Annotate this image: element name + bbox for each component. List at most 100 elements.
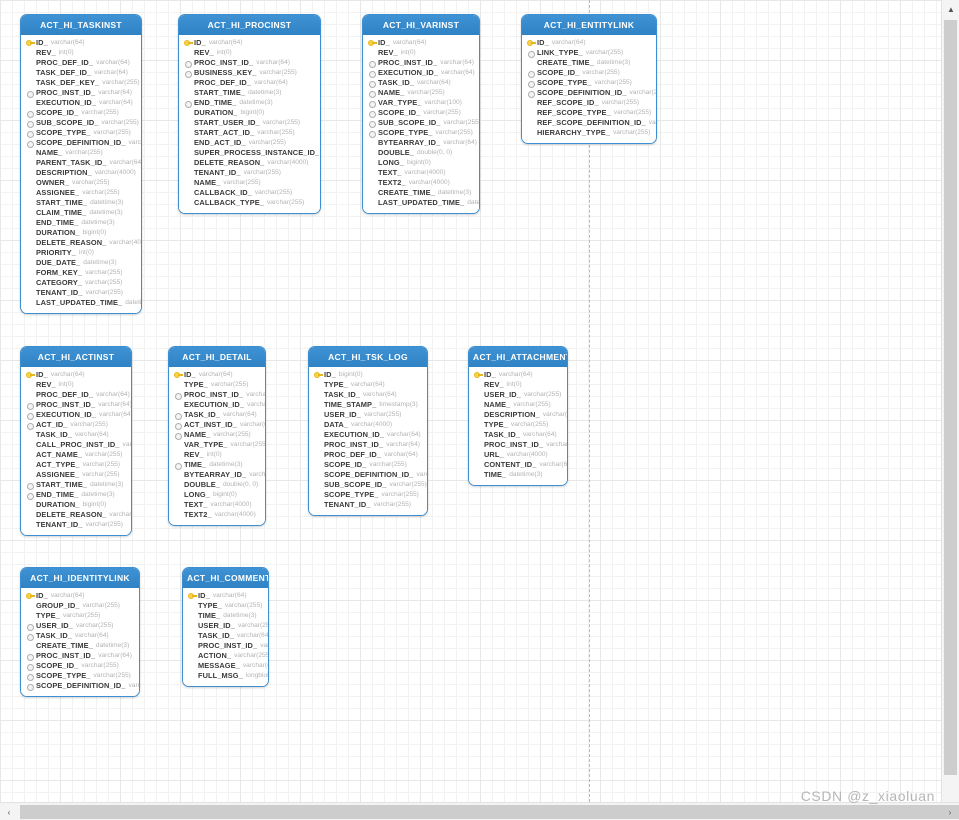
column-row[interactable]: DOUBLE_ double(0, 0) — [173, 480, 261, 490]
column-row[interactable]: BUSINESS_KEY_ varchar(255) — [183, 68, 316, 78]
column-row[interactable]: NAME_ varchar(255) — [183, 178, 316, 188]
column-row[interactable]: PROC_INST_ID_varchar(64) — [367, 58, 475, 68]
entity-table[interactable]: ACT_HI_ACTINST ID_ varchar(64) REV_ int(0) PR… — [20, 346, 132, 536]
column-row[interactable]: DOUBLE_ double(0, 0) — [367, 148, 475, 158]
column-row[interactable]: TASK_ID_ varchar(64) — [25, 631, 135, 641]
column-row[interactable]: BYTEARRAY_ID_varchar(64) — [173, 470, 265, 480]
entity-table[interactable]: ACT_HI_COMMENT ID_ varchar(64) TYPE_ varchar… — [182, 567, 269, 687]
column-row[interactable]: TASK_ID_ varchar(64) — [473, 430, 563, 440]
column-row[interactable]: USER_ID_varchar(255) — [187, 621, 268, 631]
column-row[interactable]: TYPE_ varchar(255) — [473, 420, 563, 430]
column-row[interactable]: TIME_STAMP_ timestamp(3) — [313, 400, 423, 410]
column-row[interactable]: DATA_ varchar(4000) — [313, 420, 423, 430]
column-row[interactable]: PROC_INST_ID_varchar(64) — [25, 400, 131, 410]
column-row[interactable]: ID_ varchar(64) — [25, 38, 137, 48]
scroll-left-button[interactable]: ‹ — [0, 803, 18, 820]
column-row[interactable]: SCOPE_DEFINITION_ID_varchar(255) — [313, 470, 427, 480]
column-row[interactable]: REF_SCOPE_TYPE_ varchar(255) — [526, 108, 652, 118]
column-row[interactable]: ASSIGNEE_ varchar(255) — [25, 470, 127, 480]
column-row[interactable]: TENANT_ID_ varchar(255) — [313, 500, 423, 510]
column-row[interactable]: CREATE_TIME_ datetime(3) — [367, 188, 475, 198]
column-row[interactable]: GROUP_ID_ varchar(255) — [25, 601, 135, 611]
column-row[interactable]: SCOPE_TYPE_ varchar(255) — [367, 128, 475, 138]
column-row[interactable]: PRIORITY_ int(0) — [25, 248, 137, 258]
column-row[interactable]: SCOPE_ID_ varchar(255) — [313, 460, 423, 470]
column-row[interactable]: VAR_TYPE_ varchar(255) — [173, 440, 265, 450]
column-row[interactable]: SCOPE_TYPE_ varchar(255) — [25, 671, 135, 681]
column-row[interactable]: TASK_ID_ varchar(64) — [173, 410, 261, 420]
column-row[interactable]: DESCRIPTION_varchar(4000) — [25, 168, 137, 178]
column-row[interactable]: ID_ varchar(64) — [173, 370, 261, 380]
column-row[interactable]: BYTEARRAY_ID_varchar(64) — [367, 138, 477, 148]
column-row[interactable]: LINK_TYPE_ varchar(255) — [526, 48, 652, 58]
column-row[interactable]: REV_ int(0) — [473, 380, 563, 390]
column-row[interactable]: USER_ID_varchar(255) — [473, 390, 563, 400]
vertical-scrollbar[interactable]: ▲ — [941, 0, 959, 802]
column-row[interactable]: SCOPE_ID_ varchar(255) — [526, 68, 652, 78]
column-row[interactable]: USER_ID_varchar(255) — [25, 621, 135, 631]
column-row[interactable]: LAST_UPDATED_TIME_datetime(3) — [25, 298, 141, 308]
column-row[interactable]: USER_ID_varchar(255) — [313, 410, 423, 420]
column-row[interactable]: PROC_INST_ID_varchar(64) — [313, 440, 423, 450]
column-row[interactable]: TYPE_ varchar(255) — [173, 380, 261, 390]
column-row[interactable]: TEXT_ varchar(4000) — [173, 500, 261, 510]
column-row[interactable]: DESCRIPTION_varchar(4000) — [473, 410, 567, 420]
column-row[interactable]: SCOPE_ID_ varchar(255) — [367, 108, 475, 118]
column-row[interactable]: END_ACT_ID_ varchar(255) — [183, 138, 316, 148]
column-row[interactable]: CATEGORY_ varchar(255) — [25, 278, 137, 288]
column-row[interactable]: END_TIME_ datetime(3) — [25, 490, 127, 500]
entity-table[interactable]: ACT_HI_ENTITYLINK ID_ varchar(64) LINK_TYPE… — [521, 14, 657, 144]
column-row[interactable]: START_USER_ID_ varchar(255) — [183, 118, 316, 128]
column-row[interactable]: PROC_INST_ID_varchar(64) — [173, 390, 265, 400]
column-row[interactable]: NAME_ varchar(255) — [173, 430, 261, 440]
column-row[interactable]: TEXT2_ varchar(4000) — [367, 178, 475, 188]
column-row[interactable]: TIME_ datetime(3) — [173, 460, 261, 470]
column-row[interactable]: NAME_ varchar(255) — [473, 400, 563, 410]
column-row[interactable]: REV_ int(0) — [25, 380, 127, 390]
column-row[interactable]: SCOPE_DEFINITION_ID_varchar(255) — [526, 88, 656, 98]
column-row[interactable]: ID_ varchar(64) — [25, 370, 127, 380]
column-row[interactable]: DURATION_ bigint(0) — [25, 228, 137, 238]
column-row[interactable]: SUPER_PROCESS_INSTANCE_ID_varchar(64) — [183, 148, 319, 158]
column-row[interactable]: ACT_INST_ID_varchar(64) — [173, 420, 265, 430]
column-row[interactable]: ID_ varchar(64) — [526, 38, 652, 48]
column-row[interactable]: CONTENT_ID_varchar(64) — [473, 460, 567, 470]
column-row[interactable]: END_TIME_ datetime(3) — [183, 98, 316, 108]
column-row[interactable]: ID_ varchar(64) — [473, 370, 563, 380]
column-row[interactable]: TIME_ datetime(3) — [187, 611, 264, 621]
entity-table[interactable]: ACT_HI_VARINST ID_ varchar(64) REV_ int(0) PR… — [362, 14, 480, 214]
vertical-scroll-thumb[interactable] — [944, 20, 957, 775]
column-row[interactable]: EXECUTION_ID_varchar(64) — [173, 400, 265, 410]
column-row[interactable]: TASK_ID_ varchar(64) — [187, 631, 268, 641]
column-row[interactable]: PROC_INST_ID_varchar(64) — [473, 440, 567, 450]
column-row[interactable]: TIME_ datetime(3) — [473, 470, 563, 480]
column-row[interactable]: ACT_ID_ varchar(255) — [25, 420, 127, 430]
column-row[interactable]: CREATE_TIME_ datetime(3) — [25, 641, 135, 651]
column-row[interactable]: FULL_MSG_ longblob — [187, 671, 268, 681]
column-row[interactable]: LAST_UPDATED_TIME_datetime(3) — [367, 198, 479, 208]
column-row[interactable]: TYPE_ varchar(255) — [25, 611, 135, 621]
column-row[interactable]: PROC_DEF_ID_ varchar(64) — [25, 58, 137, 68]
column-row[interactable]: DUE_DATE_ datetime(3) — [25, 258, 137, 268]
column-row[interactable]: PROC_INST_ID_varchar(64) — [25, 88, 137, 98]
column-row[interactable]: SCOPE_TYPE_ varchar(255) — [25, 128, 137, 138]
column-row[interactable]: CLAIM_TIME_ datetime(3) — [25, 208, 137, 218]
column-row[interactable]: PROC_DEF_ID_ varchar(64) — [313, 450, 423, 460]
column-row[interactable]: DELETE_REASON_varchar(4000) — [25, 238, 141, 248]
column-row[interactable]: SCOPE_DEFINITION_ID_varchar(255) — [25, 681, 139, 691]
horizontal-scroll-thumb[interactable] — [20, 805, 959, 819]
column-row[interactable]: ASSIGNEE_ varchar(255) — [25, 188, 137, 198]
column-row[interactable]: TENANT_ID_ varchar(255) — [25, 288, 137, 298]
column-row[interactable]: ACTION_ varchar(255) — [187, 651, 268, 661]
column-row[interactable]: NAME_ varchar(255) — [25, 148, 137, 158]
column-row[interactable]: SCOPE_ID_ varchar(255) — [25, 661, 135, 671]
column-row[interactable]: START_TIME_ datetime(3) — [25, 480, 127, 490]
column-row[interactable]: PROC_DEF_ID_ varchar(64) — [25, 390, 130, 400]
scroll-right-button[interactable]: › — [941, 803, 959, 820]
column-row[interactable]: REV_ int(0) — [25, 48, 137, 58]
column-row[interactable]: ID_ varchar(64) — [183, 38, 316, 48]
column-row[interactable]: REV_ int(0) — [173, 450, 261, 460]
column-row[interactable]: REV_ int(0) — [367, 48, 475, 58]
column-row[interactable]: DURATION_ bigint(0) — [183, 108, 316, 118]
entity-table[interactable]: ACT_HI_TSK_LOG ID_ bigint(0) TYPE_ varchar(6… — [308, 346, 428, 516]
